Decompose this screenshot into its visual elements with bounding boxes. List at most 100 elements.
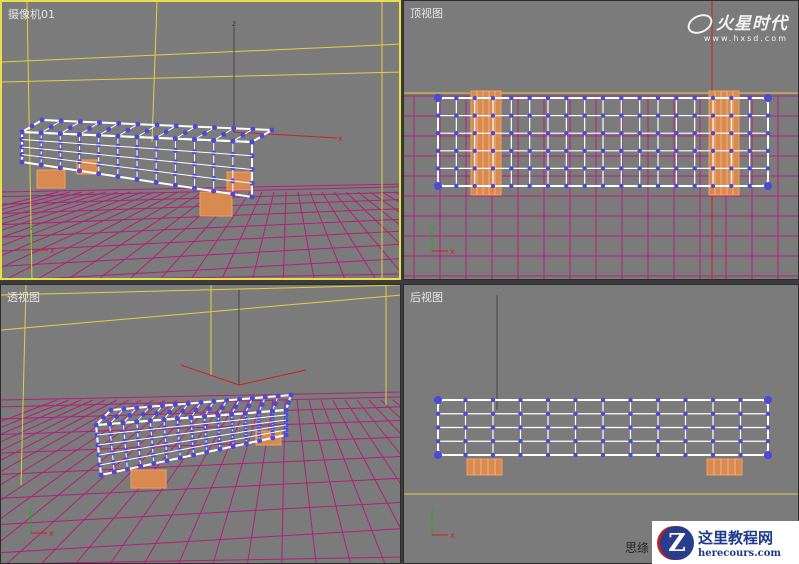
viewport-label[interactable]: 摄像机01 [8,6,55,22]
bench-vertex [192,137,197,142]
bench-vertex [242,410,248,416]
bench-vertex [96,171,102,177]
bench-vertex [198,400,204,405]
bench-vertex [57,131,63,137]
bench-vertex [628,439,633,444]
bench-vertex [692,183,697,189]
viewport-top[interactable]: 顶视图 火星时代 www.hxsd.com z x [403,0,799,280]
bench-vertex [628,397,633,403]
bench-vertex [747,131,752,136]
bench-vertex [48,124,54,130]
grid-line [332,399,400,529]
bench-vertex [211,188,217,194]
bench-vertex [435,113,441,118]
bench-vertex [564,148,569,153]
bench-vertex [509,183,514,189]
bench-vertex [233,404,239,410]
bench-vertex [39,117,45,123]
bench-vertex [96,132,102,138]
bench-vertex [288,392,294,398]
bench-vertex [275,393,281,399]
bench-vertex [435,166,441,171]
bench-vertex [637,131,642,136]
bench-vertex [249,395,255,401]
viewport-camera01[interactable]: 摄像机01 x z z x [0,0,401,280]
bench-vertex [545,439,551,444]
bench-vertex [710,131,716,136]
bench-vertex [600,113,606,118]
axis-label-z: z [30,223,34,232]
bench-vertex [124,466,130,472]
bench-vertex [564,113,569,118]
bench-vertex [463,452,468,458]
bench-vertex [674,131,679,136]
grid-line [2,191,131,238]
room-edge [2,43,399,63]
bench-vertex [545,411,551,416]
bench-vertex [249,139,255,145]
bench-vertex [637,113,642,118]
bench-vertex [674,148,679,153]
grid-line [344,399,400,484]
bench-leg [470,90,502,196]
grid-line [296,399,317,563]
bench-vertex [655,452,661,458]
bench-vertex [153,135,159,141]
bench-vertex [710,411,716,416]
bench-leg [706,458,743,476]
viewport-label[interactable]: 后视图 [410,289,443,305]
bench-vertex [262,394,268,400]
bench-vertex [509,95,514,101]
bench-vertex [237,396,243,402]
bench-vertex [135,121,141,127]
bench-vertex [573,397,578,403]
bench-vertex [172,136,178,142]
bench-vertex [490,148,496,153]
viewport-label[interactable]: 顶视图 [410,5,443,21]
bench-vertex [564,95,569,101]
bench-vertex [637,95,642,101]
axis-label-z: z [29,506,33,515]
bench-vertex [230,191,236,197]
grid-line [1,477,400,499]
bench-vertex [509,113,514,118]
bench-vertex [127,412,133,418]
bench-vertex [738,452,743,458]
grid-line [109,399,226,563]
bench-vertex [154,122,160,128]
bench-vertex [490,183,496,189]
bench-vertex [619,166,624,171]
bench-vertex [138,463,144,469]
bench-vertex [545,113,551,118]
bench-vertex [192,124,198,130]
bench-vertex [600,166,606,171]
bench-vertex [573,425,578,430]
bench-vertex [219,405,225,411]
bench-vertex [527,166,532,171]
bench-vertex [582,95,587,101]
bench-vertex [582,131,587,136]
bench-vertex [151,461,157,467]
bench-vertex [229,411,235,417]
viewport-perspective[interactable]: 透视图 zx [0,284,401,564]
gizmo-x [238,369,307,386]
bench-vertex [527,131,532,136]
bench-vertex [163,129,169,135]
viewport-label[interactable]: 透视图 [7,289,40,305]
bench-vertex [472,113,477,118]
bench-vertex [765,425,771,430]
bench-vertex [692,131,697,136]
bench-vertex [134,134,140,140]
bench-vertex [655,183,661,189]
bench-vertex [490,439,496,444]
bench-vertex [454,131,459,136]
grid-line [1,528,400,554]
bench-vertex [173,123,179,129]
hxsd-logo: 火星时代 www.hxsd.com [684,9,788,43]
room-edge [20,285,27,486]
bench-vertex [172,182,178,188]
bench-vertex [674,113,679,118]
bench-vertex [435,131,441,136]
bench-vertex [125,127,131,133]
bench-vertex [212,125,217,130]
